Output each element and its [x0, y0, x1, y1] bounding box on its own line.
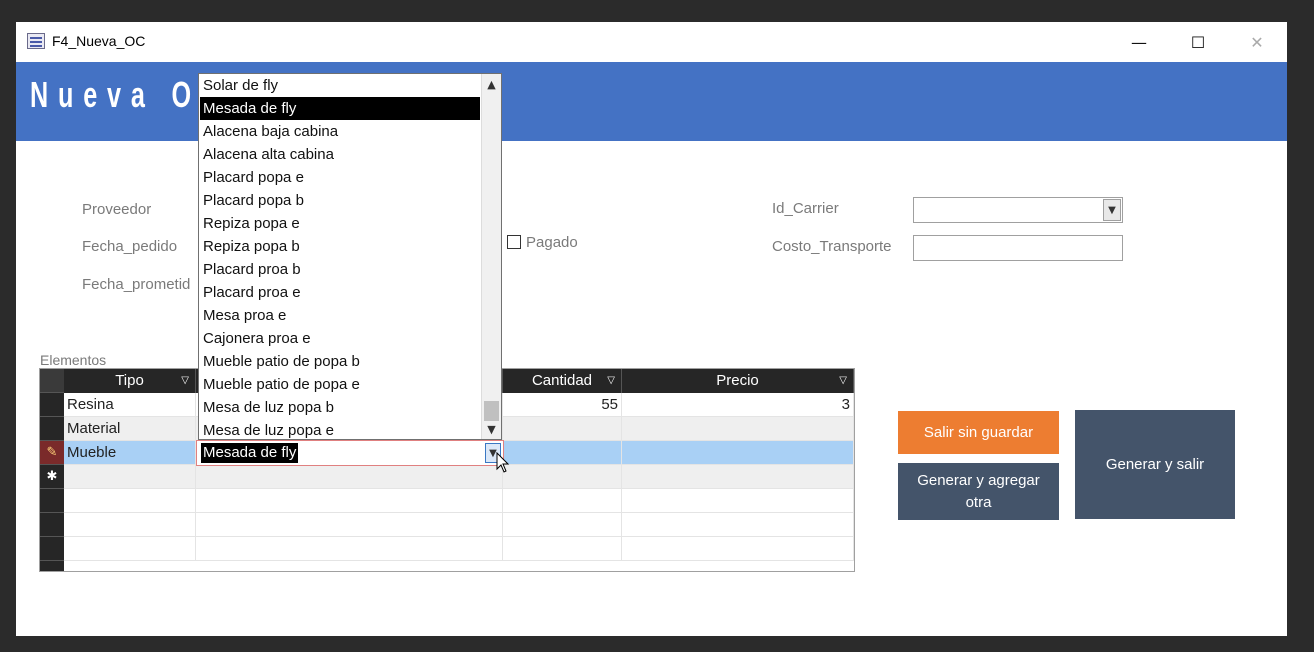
fecha-prometida-label: Fecha_prometid: [82, 276, 191, 293]
col-header-tipo-label: Tipo: [115, 372, 144, 389]
dropdown-option[interactable]: Repiza popa b: [200, 235, 480, 258]
title-bar: F4_Nueva_OC — ☐ ✕: [16, 22, 1287, 62]
minimize-icon: —: [1131, 32, 1147, 52]
form-title: Nueva Or: [30, 74, 221, 115]
scrollbar-thumb[interactable]: [484, 401, 499, 421]
close-icon: ✕: [1250, 32, 1264, 52]
dropdown-option[interactable]: Mesa de luz popa e: [200, 419, 480, 439]
dropdown-option[interactable]: Placard proa b: [200, 258, 480, 281]
empty-cell: [196, 489, 503, 513]
cell-cantidad[interactable]: [503, 465, 622, 489]
minimize-button[interactable]: —: [1111, 22, 1167, 62]
pagado-checkbox[interactable]: [507, 235, 521, 249]
cell-cantidad[interactable]: 55: [503, 393, 622, 417]
empty-row: [64, 537, 854, 561]
sort-dropdown-icon[interactable]: ▽: [181, 369, 189, 393]
dropdown-option[interactable]: Mueble patio de popa b: [200, 350, 480, 373]
window-title: F4_Nueva_OC: [52, 33, 146, 49]
empty-cell: [503, 489, 622, 513]
elemento-combo-editing[interactable]: Mesada de fly ▼: [196, 440, 504, 466]
elemento-dropdown-list[interactable]: Solar de fly Mesada de fly Alacena baja ca…: [198, 73, 502, 440]
cell-elemento[interactable]: [196, 465, 503, 489]
cell-precio[interactable]: 3: [622, 393, 854, 417]
col-header-tipo[interactable]: Tipo ▽: [64, 369, 196, 393]
elementos-label: Elementos: [40, 352, 107, 368]
costo-transporte-field[interactable]: [913, 235, 1123, 261]
access-form-icon: [27, 33, 45, 49]
scroll-down-icon[interactable]: ▼: [482, 419, 501, 439]
proveedor-label: Proveedor: [82, 201, 152, 218]
dropdown-option[interactable]: Alacena baja cabina: [200, 120, 480, 143]
dropdown-option[interactable]: Placard popa e: [200, 166, 480, 189]
dropdown-option[interactable]: Placard proa e: [200, 281, 480, 304]
dropdown-option[interactable]: Cajonera proa e: [200, 327, 480, 350]
sort-dropdown-icon[interactable]: ▽: [607, 369, 615, 393]
dropdown-option[interactable]: Mesada de fly: [200, 97, 480, 120]
empty-cell: [64, 513, 196, 537]
row-selector: [40, 489, 64, 513]
cell-tipo[interactable]: Resina: [64, 393, 196, 417]
maximize-button[interactable]: ☐: [1170, 22, 1226, 62]
dropdown-option[interactable]: Alacena alta cabina: [200, 143, 480, 166]
empty-cell: [503, 513, 622, 537]
chevron-down-icon[interactable]: ▼: [1103, 199, 1121, 221]
empty-cell: [622, 537, 854, 561]
row-selector[interactable]: [40, 417, 64, 441]
cell-precio[interactable]: [622, 417, 854, 441]
elemento-combo-value[interactable]: Mesada de fly: [201, 443, 299, 463]
dropdown-scrollbar[interactable]: ▲ ▼: [481, 74, 501, 439]
col-header-precio[interactable]: Precio ▽: [622, 369, 854, 393]
table-row-new[interactable]: [64, 465, 854, 489]
col-header-cantidad[interactable]: Cantidad ▽: [503, 369, 622, 393]
cell-tipo[interactable]: [64, 465, 196, 489]
empty-cell: [622, 489, 854, 513]
empty-cell: [622, 513, 854, 537]
close-button[interactable]: ✕: [1229, 22, 1285, 62]
cell-tipo[interactable]: Material: [64, 417, 196, 441]
empty-row: [64, 489, 854, 513]
empty-cell: [64, 537, 196, 561]
col-header-precio-label: Precio: [716, 372, 759, 389]
empty-cell: [503, 537, 622, 561]
row-selector: [40, 561, 64, 571]
costo-transporte-label: Costo_Transporte: [772, 238, 892, 255]
mouse-pointer-icon: [496, 452, 510, 473]
id-carrier-combo[interactable]: ▼: [913, 197, 1123, 223]
salir-sin-guardar-button[interactable]: Salir sin guardar: [898, 411, 1059, 454]
pencil-icon: ✎: [46, 445, 58, 460]
dropdown-option[interactable]: Repiza popa e: [200, 212, 480, 235]
cell-tipo[interactable]: Mueble: [64, 441, 196, 465]
form-window: F4_Nueva_OC — ☐ ✕ Nueva Or Proveedor Fec…: [16, 22, 1287, 636]
cell-precio[interactable]: [622, 441, 854, 465]
new-record-selector[interactable]: ✱: [40, 465, 64, 489]
asterisk-icon: ✱: [46, 469, 58, 484]
dropdown-option[interactable]: Solar de fly: [200, 74, 480, 97]
col-header-cantidad-label: Cantidad: [531, 372, 593, 389]
cell-cantidad[interactable]: [503, 417, 622, 441]
empty-row: [64, 513, 854, 537]
pagado-label: Pagado: [526, 234, 578, 251]
dropdown-option[interactable]: Mueble patio de popa e: [200, 373, 480, 396]
dropdown-option[interactable]: Mesa de luz popa b: [200, 396, 480, 419]
row-selector: [40, 537, 64, 561]
empty-cell: [196, 513, 503, 537]
scroll-up-icon[interactable]: ▲: [482, 74, 501, 94]
generar-y-salir-button[interactable]: Generar y salir: [1075, 410, 1235, 519]
generar-y-agregar-button[interactable]: Generar y agregar otra: [898, 463, 1059, 520]
cell-cantidad[interactable]: [503, 441, 622, 465]
row-selector: [40, 513, 64, 537]
empty-cell: [64, 489, 196, 513]
id-carrier-label: Id_Carrier: [772, 200, 839, 217]
dropdown-option[interactable]: Placard popa b: [200, 189, 480, 212]
dropdown-option[interactable]: Mesa proa e: [200, 304, 480, 327]
select-all-corner[interactable]: [40, 369, 64, 393]
empty-cell: [196, 537, 503, 561]
row-selector[interactable]: [40, 393, 64, 417]
editing-record-selector[interactable]: ✎: [40, 441, 64, 465]
maximize-icon: ☐: [1190, 32, 1206, 52]
sort-dropdown-icon[interactable]: ▽: [839, 369, 847, 393]
cell-precio[interactable]: [622, 465, 854, 489]
fecha-pedido-label: Fecha_pedido: [82, 238, 178, 255]
